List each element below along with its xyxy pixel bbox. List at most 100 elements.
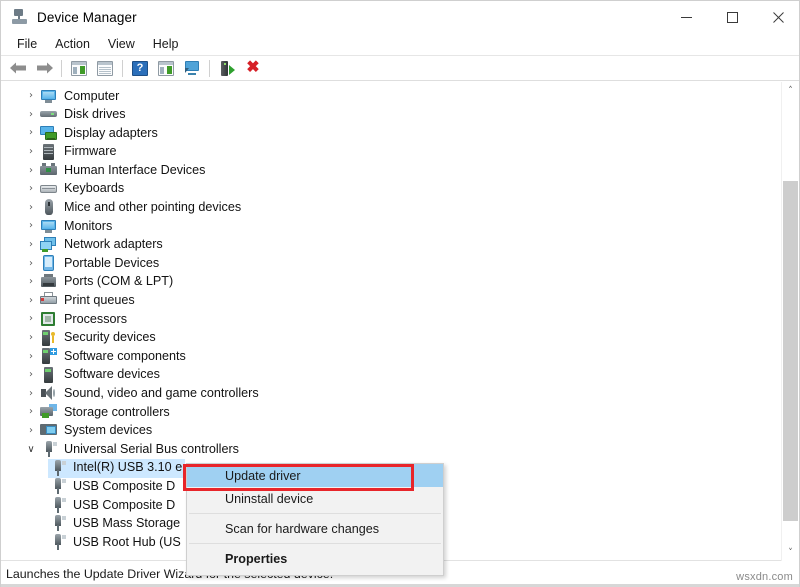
show-hide-console-tree-icon[interactable]	[67, 57, 91, 79]
tree-item-content[interactable]: Firmware	[39, 143, 119, 162]
chevron-right-icon[interactable]: ›	[23, 166, 39, 176]
tree-item-content[interactable]: Print queues	[39, 291, 138, 310]
tree-item[interactable]: ›Disk drives	[1, 106, 776, 125]
chevron-right-icon[interactable]: ›	[23, 147, 39, 157]
scrollbar-thumb[interactable]	[783, 181, 798, 521]
chevron-right-icon[interactable]: ›	[23, 259, 39, 269]
context-menu-item[interactable]: Properties	[187, 547, 443, 570]
tree-item-content[interactable]: Storage controllers	[39, 403, 173, 422]
tree-item-content[interactable]: Processors	[39, 310, 130, 329]
chevron-right-icon[interactable]: ›	[23, 426, 39, 436]
scan-hardware-changes-icon[interactable]	[180, 57, 204, 79]
add-legacy-hardware-icon[interactable]	[215, 57, 239, 79]
tree-item-label: USB Root Hub (US	[73, 536, 181, 549]
chevron-down-icon[interactable]: ∨	[23, 445, 39, 455]
tree-item[interactable]: ›Processors	[1, 310, 776, 329]
tree-item[interactable]: ›Computer	[1, 87, 776, 106]
tree-item-label: Security devices	[64, 331, 156, 344]
back-icon[interactable]	[6, 57, 30, 79]
tree-item-content[interactable]: USB Mass Storage	[48, 514, 183, 533]
tree-item[interactable]: › Sound, video and game controllers	[1, 385, 776, 404]
chevron-right-icon[interactable]: ›	[23, 91, 39, 101]
tree-item[interactable]: ›Print queues	[1, 292, 776, 311]
properties-icon[interactable]	[93, 57, 117, 79]
context-menu-item[interactable]: Update driver	[187, 464, 443, 487]
tree-item-content[interactable]: System devices	[39, 421, 155, 440]
close-icon[interactable]	[755, 1, 800, 33]
tree-item-label: Portable Devices	[64, 257, 159, 270]
chevron-right-icon[interactable]: ›	[23, 314, 39, 324]
tree-item-content[interactable]: USB Root Hub (US	[48, 533, 184, 552]
tree-item[interactable]: ›Display adapters	[1, 124, 776, 143]
chevron-right-icon[interactable]: ›	[23, 277, 39, 287]
monitor-icon	[40, 218, 57, 234]
update-driver-icon[interactable]	[154, 57, 178, 79]
menu-item-help[interactable]: Help	[144, 35, 188, 53]
context-menu-item[interactable]: Scan for hardware changes	[187, 517, 443, 540]
chevron-right-icon[interactable]: ›	[23, 221, 39, 231]
chevron-right-icon[interactable]: ›	[23, 203, 39, 213]
tree-item-content[interactable]: Universal Serial Bus controllers	[39, 440, 242, 459]
tree-item-content[interactable]: Network adapters	[39, 236, 166, 255]
tree-item-content[interactable]: Mice and other pointing devices	[39, 198, 244, 217]
minimize-icon[interactable]	[663, 1, 709, 33]
tree-item[interactable]: ›Human Interface Devices	[1, 161, 776, 180]
tree-item-content[interactable]: Portable Devices	[39, 254, 162, 273]
tree-item-content[interactable]: Keyboards	[39, 180, 127, 199]
tree-item-content[interactable]: Software devices	[39, 366, 163, 385]
tree-item-content[interactable]: Computer	[39, 87, 122, 106]
chevron-right-icon[interactable]: ›	[23, 128, 39, 138]
tree-item-label: Ports (COM & LPT)	[64, 275, 173, 288]
tree-item-content[interactable]: Human Interface Devices	[39, 161, 208, 180]
tree-item[interactable]: ›Monitors	[1, 217, 776, 236]
help-icon[interactable]: ?	[128, 57, 152, 79]
uninstall-device-icon[interactable]: ✖	[241, 57, 265, 79]
chevron-right-icon[interactable]: ›	[23, 370, 39, 380]
tree-item[interactable]: › Security devices	[1, 329, 776, 348]
scroll-down-arrow-icon[interactable]: ˅	[782, 544, 799, 561]
toolbar-separator	[61, 60, 62, 77]
tree-item[interactable]: ›System devices	[1, 422, 776, 441]
tree-item-content[interactable]: Display adapters	[39, 124, 161, 143]
tree-item-content[interactable]: Software components	[39, 347, 189, 366]
chevron-right-icon[interactable]: ›	[23, 407, 39, 417]
tree-item-content[interactable]: USB Composite D	[48, 496, 178, 515]
tree-item[interactable]: ›Keyboards	[1, 180, 776, 199]
tree-item[interactable]: ›Mice and other pointing devices	[1, 199, 776, 218]
tree-item-content[interactable]: Monitors	[39, 217, 115, 236]
menu-item-file[interactable]: File	[8, 35, 46, 53]
tree-item[interactable]: › Portable Devices	[1, 254, 776, 273]
context-menu-item[interactable]: Uninstall device	[187, 487, 443, 510]
watermark: wsxdn.com	[736, 571, 793, 583]
tree-item[interactable]: ›Software components	[1, 347, 776, 366]
forward-icon[interactable]	[32, 57, 56, 79]
tree-item[interactable]: ›Firmware	[1, 143, 776, 162]
chevron-right-icon[interactable]: ›	[23, 110, 39, 120]
tree-item[interactable]: › Network adapters	[1, 236, 776, 255]
scroll-up-arrow-icon[interactable]: ˄	[782, 82, 799, 99]
vertical-scrollbar[interactable]: ˄ ˅	[781, 82, 798, 561]
maximize-icon[interactable]	[709, 1, 755, 33]
tree-item-content[interactable]: Sound, video and game controllers	[39, 384, 262, 403]
tree-item-content[interactable]: Disk drives	[39, 105, 129, 124]
chevron-right-icon[interactable]: ›	[23, 389, 39, 399]
chevron-right-icon[interactable]: ›	[23, 296, 39, 306]
tree-item-content[interactable]: Intel(R) USB 3.10 e	[48, 459, 185, 478]
menu-item-view[interactable]: View	[99, 35, 144, 53]
tree-item[interactable]: ›Software devices	[1, 366, 776, 385]
chevron-right-icon[interactable]: ›	[23, 184, 39, 194]
tree-item-content[interactable]: Ports (COM & LPT)	[39, 273, 176, 292]
context-menu: Update driverUninstall device Scan for ha…	[186, 463, 444, 576]
chevron-right-icon[interactable]: ›	[23, 333, 39, 343]
tree-item[interactable]: › Ports (COM & LPT)	[1, 273, 776, 292]
chevron-right-icon[interactable]: ›	[23, 240, 39, 250]
tree-item-label: Sound, video and game controllers	[64, 387, 259, 400]
tree-item[interactable]: ›Storage controllers	[1, 403, 776, 422]
tree-item-content[interactable]: Security devices	[39, 329, 159, 348]
tree-item[interactable]: ∨ Universal Serial Bus controllers	[1, 440, 776, 459]
tree-item-label: Network adapters	[64, 238, 163, 251]
menu-item-action[interactable]: Action	[46, 35, 99, 53]
tree-item-label: Universal Serial Bus controllers	[64, 443, 239, 456]
tree-item-content[interactable]: USB Composite D	[48, 477, 178, 496]
chevron-right-icon[interactable]: ›	[23, 352, 39, 362]
